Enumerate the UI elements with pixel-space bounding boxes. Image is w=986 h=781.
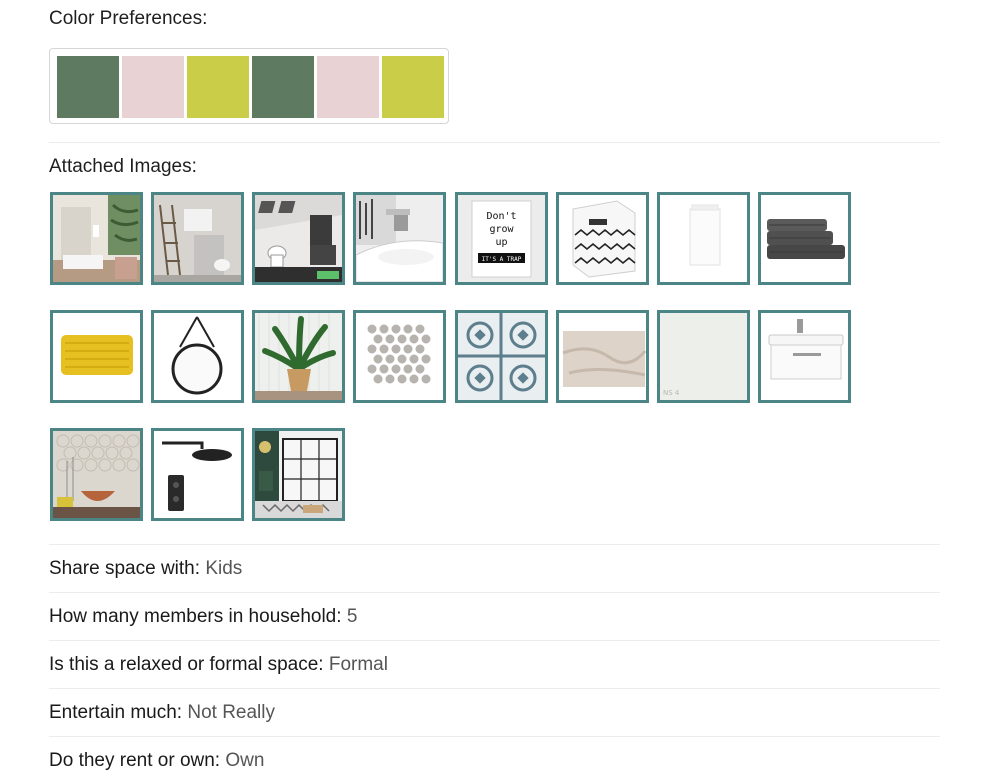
- image-thumbnail-grey-towels[interactable]: [758, 192, 851, 285]
- image-thumbnail-sink-faucet[interactable]: [353, 192, 446, 285]
- color-swatch: [382, 56, 444, 118]
- color-swatch: [187, 56, 249, 118]
- poster-text-line: up: [495, 237, 507, 248]
- image-thumbnail-marble-tile[interactable]: [556, 310, 649, 403]
- detail-value: Own: [225, 750, 265, 771]
- color-swatch: [122, 56, 184, 118]
- detail-value: Formal: [328, 654, 388, 675]
- color-preferences-label: Color Preferences:: [49, 8, 208, 29]
- divider: [49, 688, 940, 689]
- image-thumbnail-white-cabinet[interactable]: [657, 192, 750, 285]
- attached-images-label: Attached Images:: [49, 156, 197, 177]
- detail-row-rent-or-own: Do they rent or own: Own: [49, 750, 264, 772]
- image-thumbnail-white-tile-sample[interactable]: NS 4: [657, 310, 750, 403]
- image-thumbnail-potted-plant[interactable]: [252, 310, 345, 403]
- divider: [49, 142, 940, 143]
- image-thumbnail-black-rain-shower[interactable]: [151, 428, 244, 521]
- image-thumbnail-dont-grow-up-poster[interactable]: Don't grow up IT'S A TRAP: [455, 192, 548, 285]
- poster-text-line: grow: [489, 224, 514, 235]
- detail-key: Do they rent or own:: [49, 750, 221, 771]
- detail-row-household-members: How many members in household: 5: [49, 606, 357, 628]
- divider: [49, 592, 940, 593]
- detail-value: 5: [346, 606, 358, 627]
- image-thumbnail-zigzag-storage-box[interactable]: [556, 192, 649, 285]
- tile-caption-text: NS 4: [663, 389, 680, 397]
- detail-row-relaxed-or-formal: Is this a relaxed or formal space: Forma…: [49, 654, 388, 676]
- detail-key: Share space with:: [49, 558, 201, 579]
- detail-row-entertain: Entertain much: Not Really: [49, 702, 275, 724]
- image-thumbnail-hexagon-wall-tile-bowl[interactable]: [50, 428, 143, 521]
- image-thumbnail-round-hanging-mirror[interactable]: [151, 310, 244, 403]
- image-thumbnail-bathroom-tropical-wallpaper[interactable]: [50, 192, 143, 285]
- image-thumbnail-black-framed-shower-screen[interactable]: [252, 428, 345, 521]
- poster-text-line: Don't: [486, 211, 516, 222]
- image-thumbnail-wall-hung-vanity-unit[interactable]: [758, 310, 851, 403]
- divider: [49, 640, 940, 641]
- detail-value: Not Really: [187, 702, 276, 723]
- divider: [49, 736, 940, 737]
- color-swatch: [252, 56, 314, 118]
- image-thumbnail-bathroom-shelf-ladder[interactable]: [151, 192, 244, 285]
- color-swatch: [57, 56, 119, 118]
- detail-key: Entertain much:: [49, 702, 183, 723]
- divider: [49, 544, 940, 545]
- detail-row-share-space: Share space with: Kids: [49, 558, 242, 580]
- color-swatch-panel: [49, 48, 449, 124]
- color-swatch: [317, 56, 379, 118]
- detail-key: How many members in household:: [49, 606, 342, 627]
- detail-value: Kids: [205, 558, 243, 579]
- detail-key: Is this a relaxed or formal space:: [49, 654, 324, 675]
- poster-text-line: IT'S A TRAP: [482, 256, 522, 263]
- image-thumbnail-yellow-bath-mat[interactable]: [50, 310, 143, 403]
- image-thumbnail-hexagon-mosaic-tile[interactable]: [353, 310, 446, 403]
- image-thumbnail-bathroom-skylight[interactable]: [252, 192, 345, 285]
- image-thumbnail-patterned-floor-tile[interactable]: [455, 310, 548, 403]
